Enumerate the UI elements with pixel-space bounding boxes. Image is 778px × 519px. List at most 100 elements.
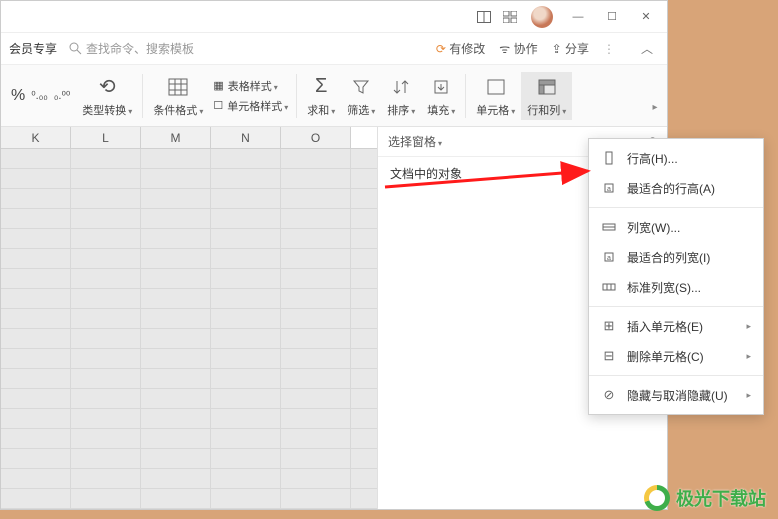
increase-decimal[interactable]: ⁰.₀₀ [31,89,48,102]
cell[interactable] [141,349,211,369]
spreadsheet-area[interactable]: KLMNO [1,127,377,509]
cell[interactable] [1,429,71,449]
cell[interactable] [351,489,377,509]
cell[interactable] [351,469,377,489]
col-header-O[interactable]: O [281,127,351,148]
dd-std-width[interactable]: 标准列宽(S)... [589,272,763,302]
cell[interactable] [281,409,351,429]
share-button[interactable]: ⇪ 分享 [552,40,589,57]
cell[interactable] [141,429,211,449]
col-header-N[interactable]: N [211,127,281,148]
cell[interactable] [351,369,377,389]
cell[interactable] [1,449,71,469]
cell[interactable] [351,389,377,409]
table-style-button[interactable]: ▦表格样式 [213,78,288,94]
cell[interactable] [281,429,351,449]
cell[interactable] [1,489,71,509]
cell[interactable] [281,169,351,189]
cell[interactable] [141,409,211,429]
cell[interactable] [1,269,71,289]
cell[interactable] [281,229,351,249]
cell[interactable] [1,349,71,369]
cell[interactable] [351,429,377,449]
cell[interactable] [71,489,141,509]
cell[interactable] [281,389,351,409]
col-header-M[interactable]: M [141,127,211,148]
cell[interactable] [141,249,211,269]
fill-button[interactable]: 填充 [421,72,461,120]
cell[interactable] [71,369,141,389]
cell[interactable] [71,229,141,249]
cell[interactable] [71,249,141,269]
cond-format-button[interactable]: 条件格式 [147,72,209,120]
cell[interactable] [71,349,141,369]
cell-button[interactable]: 单元格 [470,72,521,120]
cell[interactable] [141,269,211,289]
cell[interactable] [211,249,281,269]
cell[interactable] [71,209,141,229]
cell[interactable] [1,149,71,169]
cell[interactable] [71,149,141,169]
cell[interactable] [351,169,377,189]
cell[interactable] [141,209,211,229]
col-header-L[interactable]: L [71,127,141,148]
dd-col-width[interactable]: 列宽(W)... [589,212,763,242]
cell[interactable] [71,169,141,189]
sum-button[interactable]: Σ 求和 [301,72,341,120]
cell[interactable] [281,489,351,509]
maximize-button[interactable]: ☐ [597,7,627,27]
decrease-decimal[interactable]: ₀.⁰⁰ [54,89,70,102]
collapse-ribbon[interactable]: ︿ [635,37,659,61]
cell[interactable] [141,229,211,249]
collab-button[interactable]: ᯤ 协作 [499,40,537,57]
cell[interactable] [211,389,281,409]
cell[interactable] [211,489,281,509]
cell[interactable] [351,189,377,209]
cell[interactable] [351,349,377,369]
dd-row-height[interactable]: 行高(H)... [589,143,763,173]
cell[interactable] [351,209,377,229]
cell[interactable] [211,229,281,249]
cell-style-button[interactable]: ☐单元格样式 [213,98,288,114]
cell[interactable] [1,329,71,349]
dd-insert-cell[interactable]: ⊞ 插入单元格(E) ▸ [589,311,763,341]
type-convert-button[interactable]: ⟲ 类型转换 [76,72,138,120]
cell[interactable] [1,469,71,489]
cell[interactable] [281,349,351,369]
cell[interactable] [141,189,211,209]
cell[interactable] [281,329,351,349]
cell[interactable] [211,469,281,489]
cell[interactable] [211,329,281,349]
row-col-button[interactable]: 行和列 [521,72,572,120]
cell[interactable] [1,169,71,189]
cell[interactable] [281,309,351,329]
cell[interactable] [211,209,281,229]
cell[interactable] [281,189,351,209]
cell[interactable] [1,189,71,209]
cell[interactable] [281,469,351,489]
cell[interactable] [211,349,281,369]
cell[interactable] [1,249,71,269]
cell[interactable] [1,309,71,329]
grid[interactable] [1,149,377,509]
cell[interactable] [351,329,377,349]
cell[interactable] [1,289,71,309]
cell[interactable] [71,289,141,309]
dd-fit-col[interactable]: a 最适合的列宽(I) [589,242,763,272]
cell[interactable] [141,149,211,169]
close-button[interactable]: ✕ [631,7,661,27]
filter-button[interactable]: 筛选 [341,72,381,120]
cell[interactable] [71,389,141,409]
cell[interactable] [141,489,211,509]
cell[interactable] [211,309,281,329]
cell[interactable] [281,449,351,469]
sort-button[interactable]: 排序 [381,72,421,120]
cell[interactable] [1,229,71,249]
cell[interactable] [211,409,281,429]
dd-delete-cell[interactable]: ⊟ 删除单元格(C) ▸ [589,341,763,371]
member-menu[interactable]: 会员专享 [9,40,57,57]
cell[interactable] [351,289,377,309]
cell[interactable] [71,329,141,349]
cell[interactable] [1,369,71,389]
cell[interactable] [1,209,71,229]
